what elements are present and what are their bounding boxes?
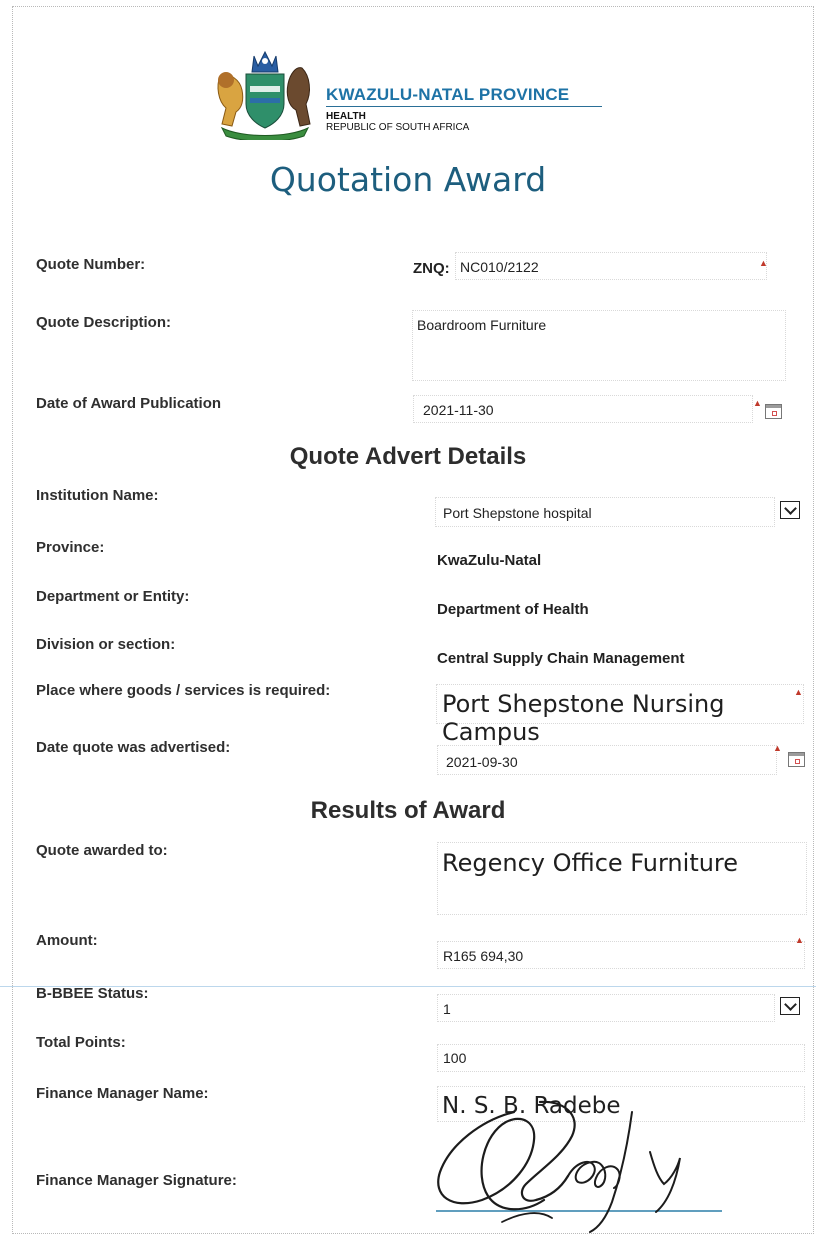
quote-number-label: Quote Number:: [36, 256, 146, 273]
required-marker: ▲: [794, 687, 803, 697]
institution-label: Institution Name:: [36, 487, 159, 504]
calendar-icon[interactable]: [765, 404, 782, 419]
quote-number-prefix: ZNQ:: [413, 260, 450, 277]
amount-value: R165 694,30: [443, 948, 524, 964]
total-points-label: Total Points:: [36, 1034, 126, 1051]
advertised-date-label: Date quote was advertised:: [36, 739, 231, 756]
province-value: KwaZulu-Natal: [437, 552, 542, 569]
bbbee-label: B-BBEE Status:: [36, 985, 149, 1002]
institution-value: Port Shepstone hospital: [443, 505, 592, 521]
bbbee-select[interactable]: [437, 994, 775, 1022]
province-label: Province:: [36, 539, 105, 556]
division-value: Central Supply Chain Management: [437, 650, 685, 667]
amount-label: Amount:: [36, 932, 98, 949]
total-points-field[interactable]: [437, 1044, 805, 1072]
awarded-to-value: Regency Office Furniture: [442, 849, 739, 877]
bbbee-value: 1: [443, 1001, 451, 1017]
advertised-date-value: 2021-09-30: [446, 754, 518, 770]
advert-details-heading: Quote Advert Details: [289, 443, 527, 470]
division-label: Division or section:: [36, 636, 176, 653]
page-title: Quotation Award: [269, 160, 547, 199]
required-marker: ▲: [759, 258, 768, 268]
results-heading: Results of Award: [310, 797, 506, 824]
province-title: KWAZULU-NATAL PROVINCE: [326, 85, 570, 104]
required-marker: ▲: [795, 935, 804, 945]
chevron-down-icon[interactable]: [780, 501, 800, 519]
quote-description-value: Boardroom Furniture: [417, 317, 547, 333]
place-label: Place where goods / services is required…: [36, 682, 331, 699]
province-subtitle: HEALTH REPUBLIC OF SOUTH AFRICA: [326, 111, 469, 133]
required-marker: ▲: [773, 743, 782, 753]
header-rule: [326, 106, 602, 107]
provincial-crest-logo: [217, 50, 311, 140]
quote-number-value: NC010/2122: [460, 259, 539, 275]
quote-description-label: Quote Description:: [36, 314, 172, 331]
required-marker: ▲: [753, 398, 762, 408]
awarded-to-label: Quote awarded to:: [36, 842, 168, 859]
award-date-label: Date of Award Publication: [36, 395, 222, 412]
chevron-down-icon[interactable]: [780, 997, 800, 1015]
finance-manager-signature-label: Finance Manager Signature:: [36, 1172, 237, 1189]
republic-label: REPUBLIC OF SOUTH AFRICA: [326, 122, 470, 133]
department-value: Department of Health: [437, 601, 589, 618]
place-value: Port Shepstone Nursing Campus: [442, 690, 725, 746]
finance-manager-name-label: Finance Manager Name:: [36, 1085, 209, 1102]
total-points-value: 100: [443, 1050, 467, 1066]
health-label: HEALTH: [326, 111, 366, 122]
handwritten-signature: [436, 1100, 722, 1233]
department-label: Department or Entity:: [36, 588, 190, 605]
calendar-icon[interactable]: [788, 752, 805, 767]
award-date-value: 2021-11-30: [423, 402, 494, 418]
